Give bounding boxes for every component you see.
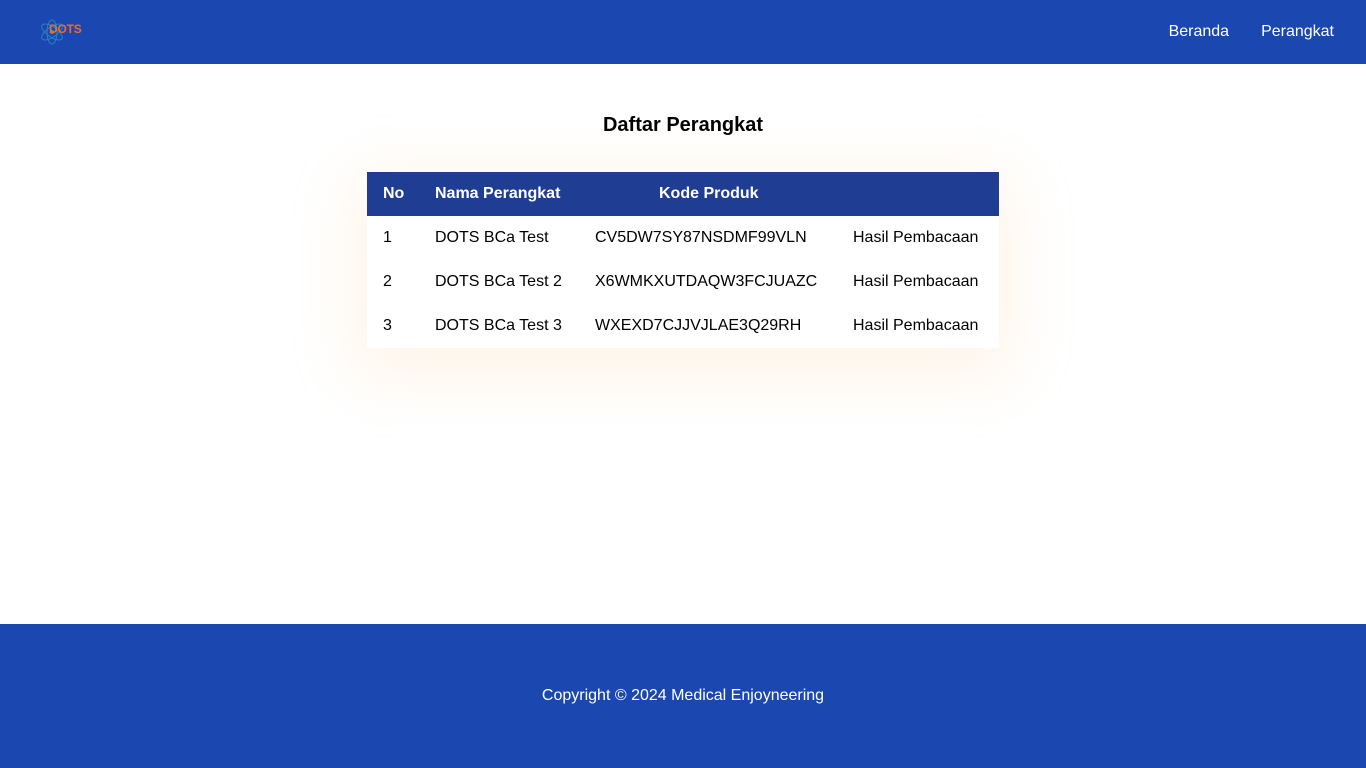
cell-no: 1 — [383, 229, 392, 246]
header-action — [853, 172, 999, 216]
dots-logo[interactable]: DOTS — [38, 15, 88, 49]
page-title: Daftar Perangkat — [602, 114, 764, 136]
nav-links: Beranda Perangkat — [1137, 23, 1334, 41]
table-row: 3 DOTS BCa Test 3 WXEXD7CJJVJLAE3Q29RH H… — [367, 304, 999, 348]
device-table-card: No Nama Perangkat Kode Produk 1 DOTS BCa… — [367, 172, 999, 348]
table-row: 1 DOTS BCa Test CV5DW7SY87NSDMF99VLN Has… — [367, 216, 999, 260]
cell-no: 2 — [383, 273, 392, 290]
copyright-text: Copyright © 2024 Medical Enjoyneering — [541, 687, 825, 704]
nav-link-perangkat[interactable]: Perangkat — [1261, 23, 1334, 41]
cell-nama-perangkat: DOTS BCa Test — [435, 229, 549, 246]
hasil-pembacaan-link[interactable]: Hasil Pembacaan — [853, 260, 999, 304]
navbar: DOTS Beranda Perangkat — [0, 0, 1366, 64]
cell-kode-produk: WXEXD7CJJVJLAE3Q29RH — [595, 317, 802, 334]
cell-kode-produk: X6WMKXUTDAQW3FCJUAZC — [595, 273, 818, 290]
table-row: 2 DOTS BCa Test 2 X6WMKXUTDAQW3FCJUAZC H… — [367, 260, 999, 304]
footer: Copyright © 2024 Medical Enjoyneering — [0, 624, 1366, 768]
cell-no: 3 — [383, 317, 392, 334]
hasil-pembacaan-link[interactable]: Hasil Pembacaan — [853, 216, 999, 260]
table-header-row: No Nama Perangkat Kode Produk — [367, 172, 999, 216]
nav-link-beranda[interactable]: Beranda — [1169, 23, 1230, 41]
header-nama-perangkat: Nama Perangkat — [435, 185, 561, 202]
main-content: Daftar Perangkat No Nama Perangkat Kode … — [0, 64, 1366, 624]
logo-text: DOTS — [49, 22, 82, 36]
cell-nama-perangkat: DOTS BCa Test 3 — [435, 317, 562, 334]
hasil-pembacaan-link[interactable]: Hasil Pembacaan — [853, 304, 999, 348]
cell-nama-perangkat: DOTS BCa Test 2 — [435, 273, 562, 290]
cell-kode-produk: CV5DW7SY87NSDMF99VLN — [595, 229, 807, 246]
device-table: No Nama Perangkat Kode Produk 1 DOTS BCa… — [367, 172, 999, 348]
header-no: No — [383, 185, 405, 202]
header-kode-produk: Kode Produk — [659, 185, 759, 202]
